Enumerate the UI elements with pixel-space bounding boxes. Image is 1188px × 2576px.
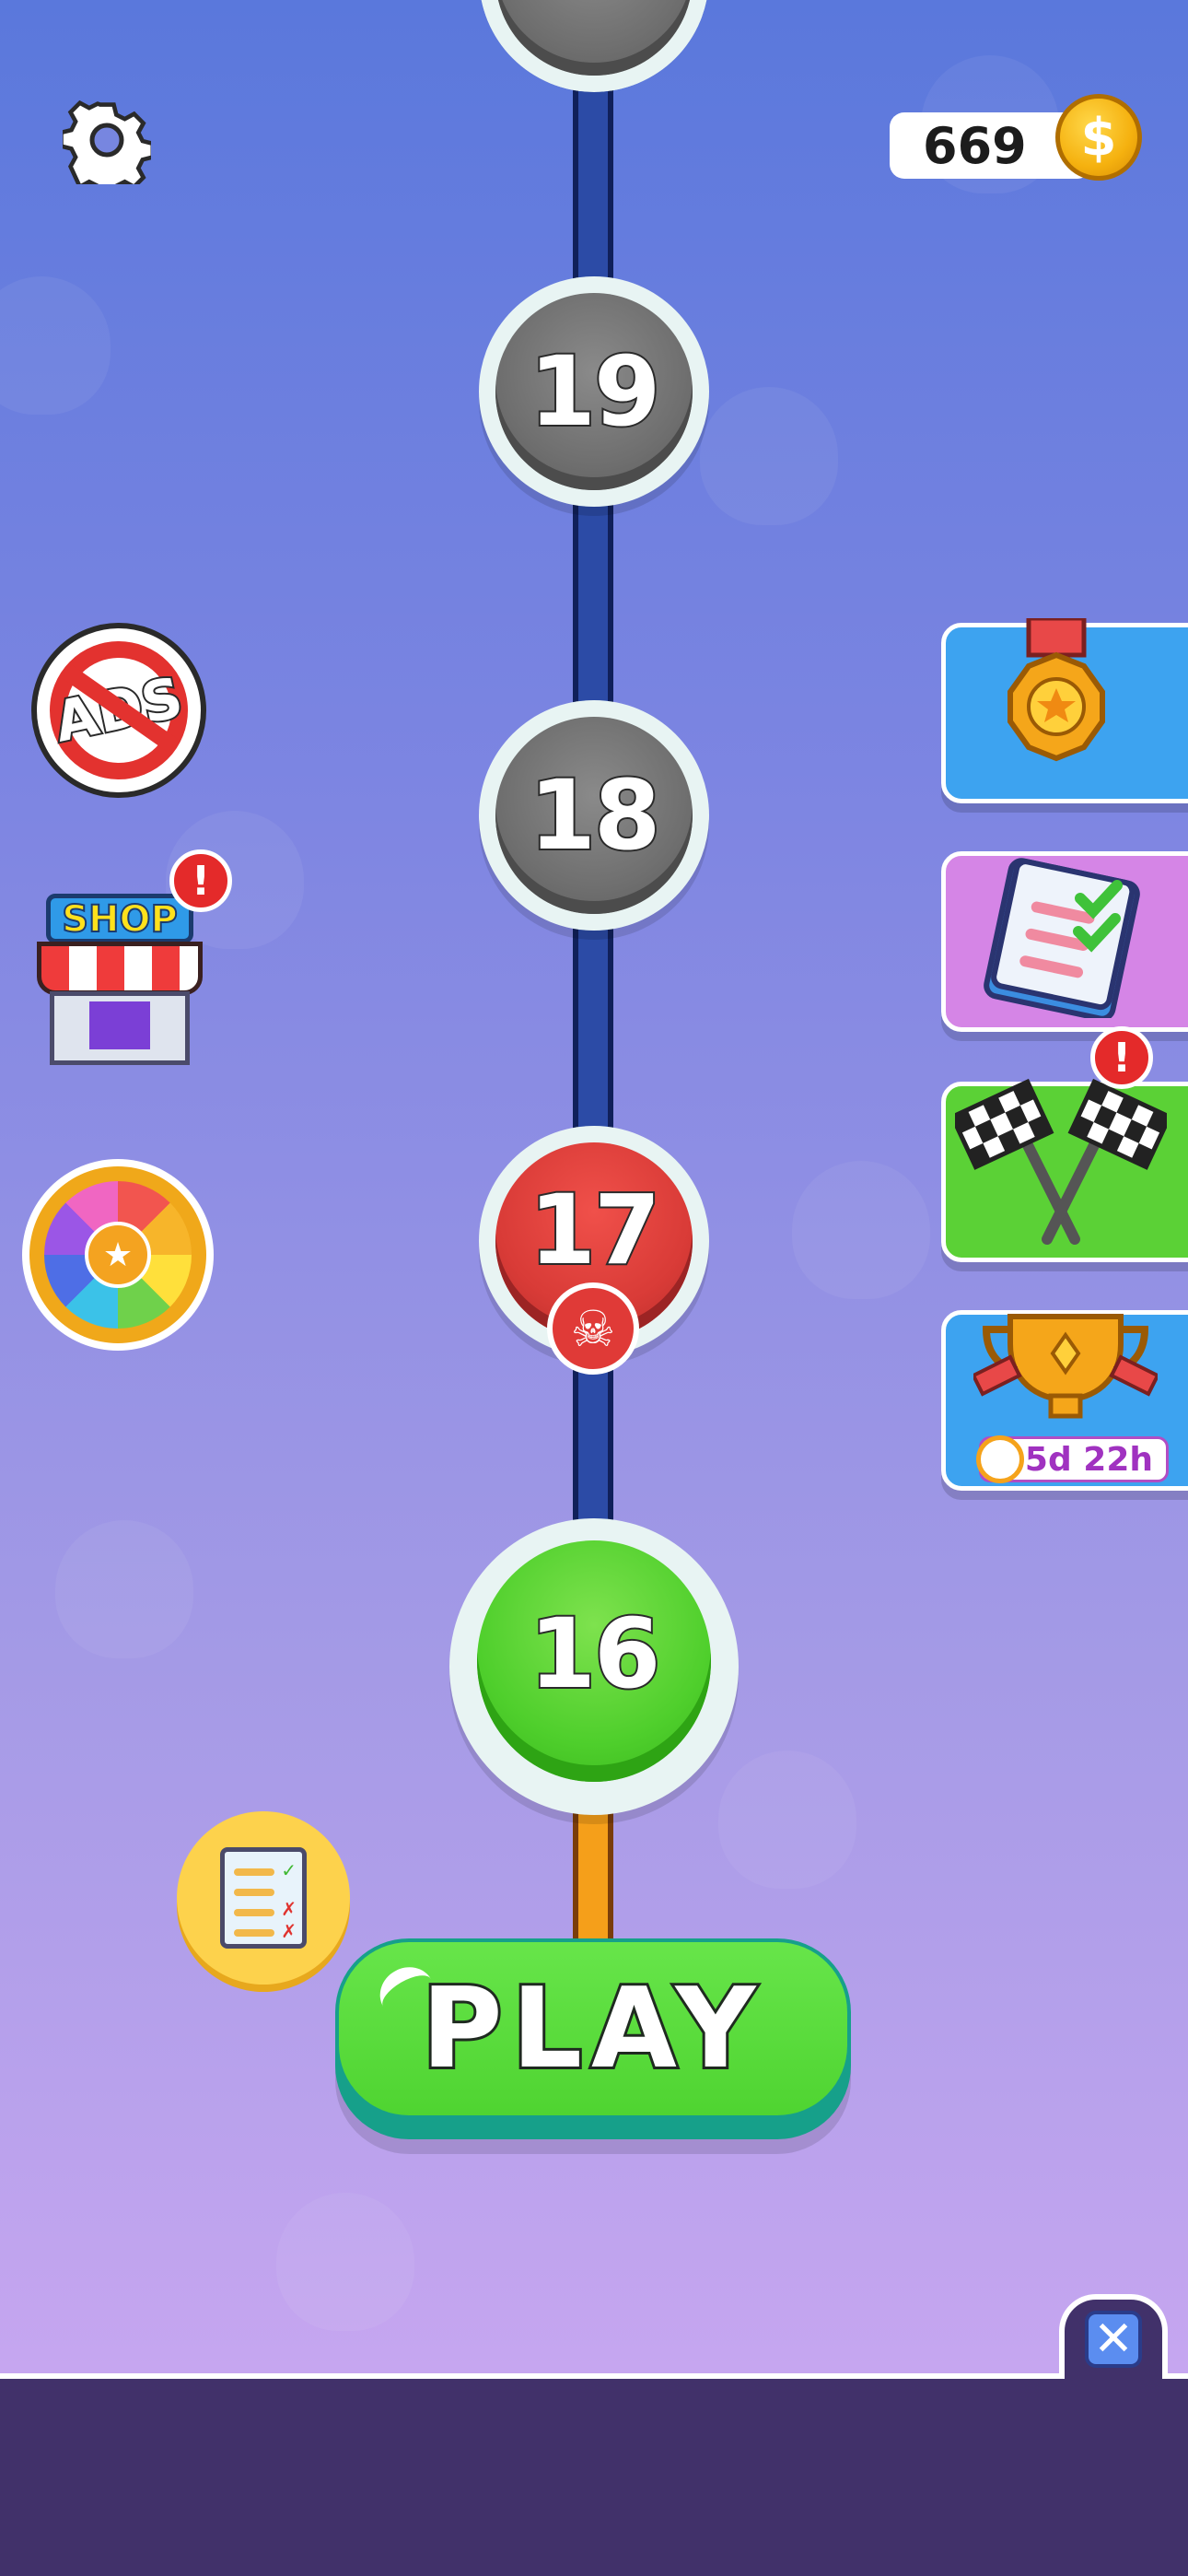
medal-icon xyxy=(1007,618,1105,762)
tournament-button[interactable]: 5d 22h xyxy=(941,1310,1188,1491)
race-alert-badge: ! xyxy=(1090,1026,1153,1089)
close-icon: ✕ xyxy=(1085,2311,1142,2368)
close-banner-button[interactable]: ✕ xyxy=(1059,2294,1168,2379)
star-icon: ★ xyxy=(85,1222,151,1288)
quest-clipboard-icon xyxy=(984,858,1140,1018)
shop-alert-badge: ! xyxy=(169,849,232,912)
paw-pattern xyxy=(0,276,111,415)
checklist-icon: ✓ ✗ ✗ xyxy=(220,1847,307,1949)
shop-label: SHOP xyxy=(46,894,193,943)
level-node-19[interactable]: 19 xyxy=(479,276,709,507)
coin-icon[interactable]: $ xyxy=(1055,94,1142,181)
trophy-icon xyxy=(973,1314,1158,1419)
paw-pattern xyxy=(700,387,838,525)
level-node-16[interactable]: 16 xyxy=(449,1518,739,1815)
paw-pattern xyxy=(718,1751,856,1889)
paw-pattern xyxy=(792,1161,930,1299)
daily-quests-button[interactable] xyxy=(941,851,1188,1032)
shop-awning-icon xyxy=(37,942,203,995)
shop-button[interactable]: SHOP xyxy=(37,888,203,1072)
boss-skull-icon: ☠ xyxy=(547,1282,639,1375)
play-label: PLAY xyxy=(419,1962,765,2096)
checklist-button[interactable]: ✓ ✗ ✗ xyxy=(177,1811,350,1985)
level-path-progress xyxy=(573,1797,613,1962)
checkered-flags-icon xyxy=(955,1078,1167,1245)
achievements-button[interactable] xyxy=(941,618,1188,803)
lucky-wheel-button[interactable]: ★ xyxy=(22,1159,214,1351)
remove-ads-button[interactable]: ADS xyxy=(31,623,206,798)
level-node-18[interactable]: 18 xyxy=(479,700,709,931)
paw-pattern xyxy=(55,1520,193,1658)
race-event-button[interactable] xyxy=(941,1078,1188,1262)
coin-count: 669 xyxy=(923,116,1027,175)
paw-pattern xyxy=(276,2193,414,2331)
banner-ad-area xyxy=(0,2373,1188,2576)
tournament-timer: 5d 22h xyxy=(976,1435,1169,1483)
clock-icon xyxy=(976,1435,1024,1483)
play-button[interactable]: PLAY xyxy=(335,1938,851,2139)
settings-gear-icon[interactable] xyxy=(59,96,156,199)
level-node-20[interactable] xyxy=(479,0,709,92)
